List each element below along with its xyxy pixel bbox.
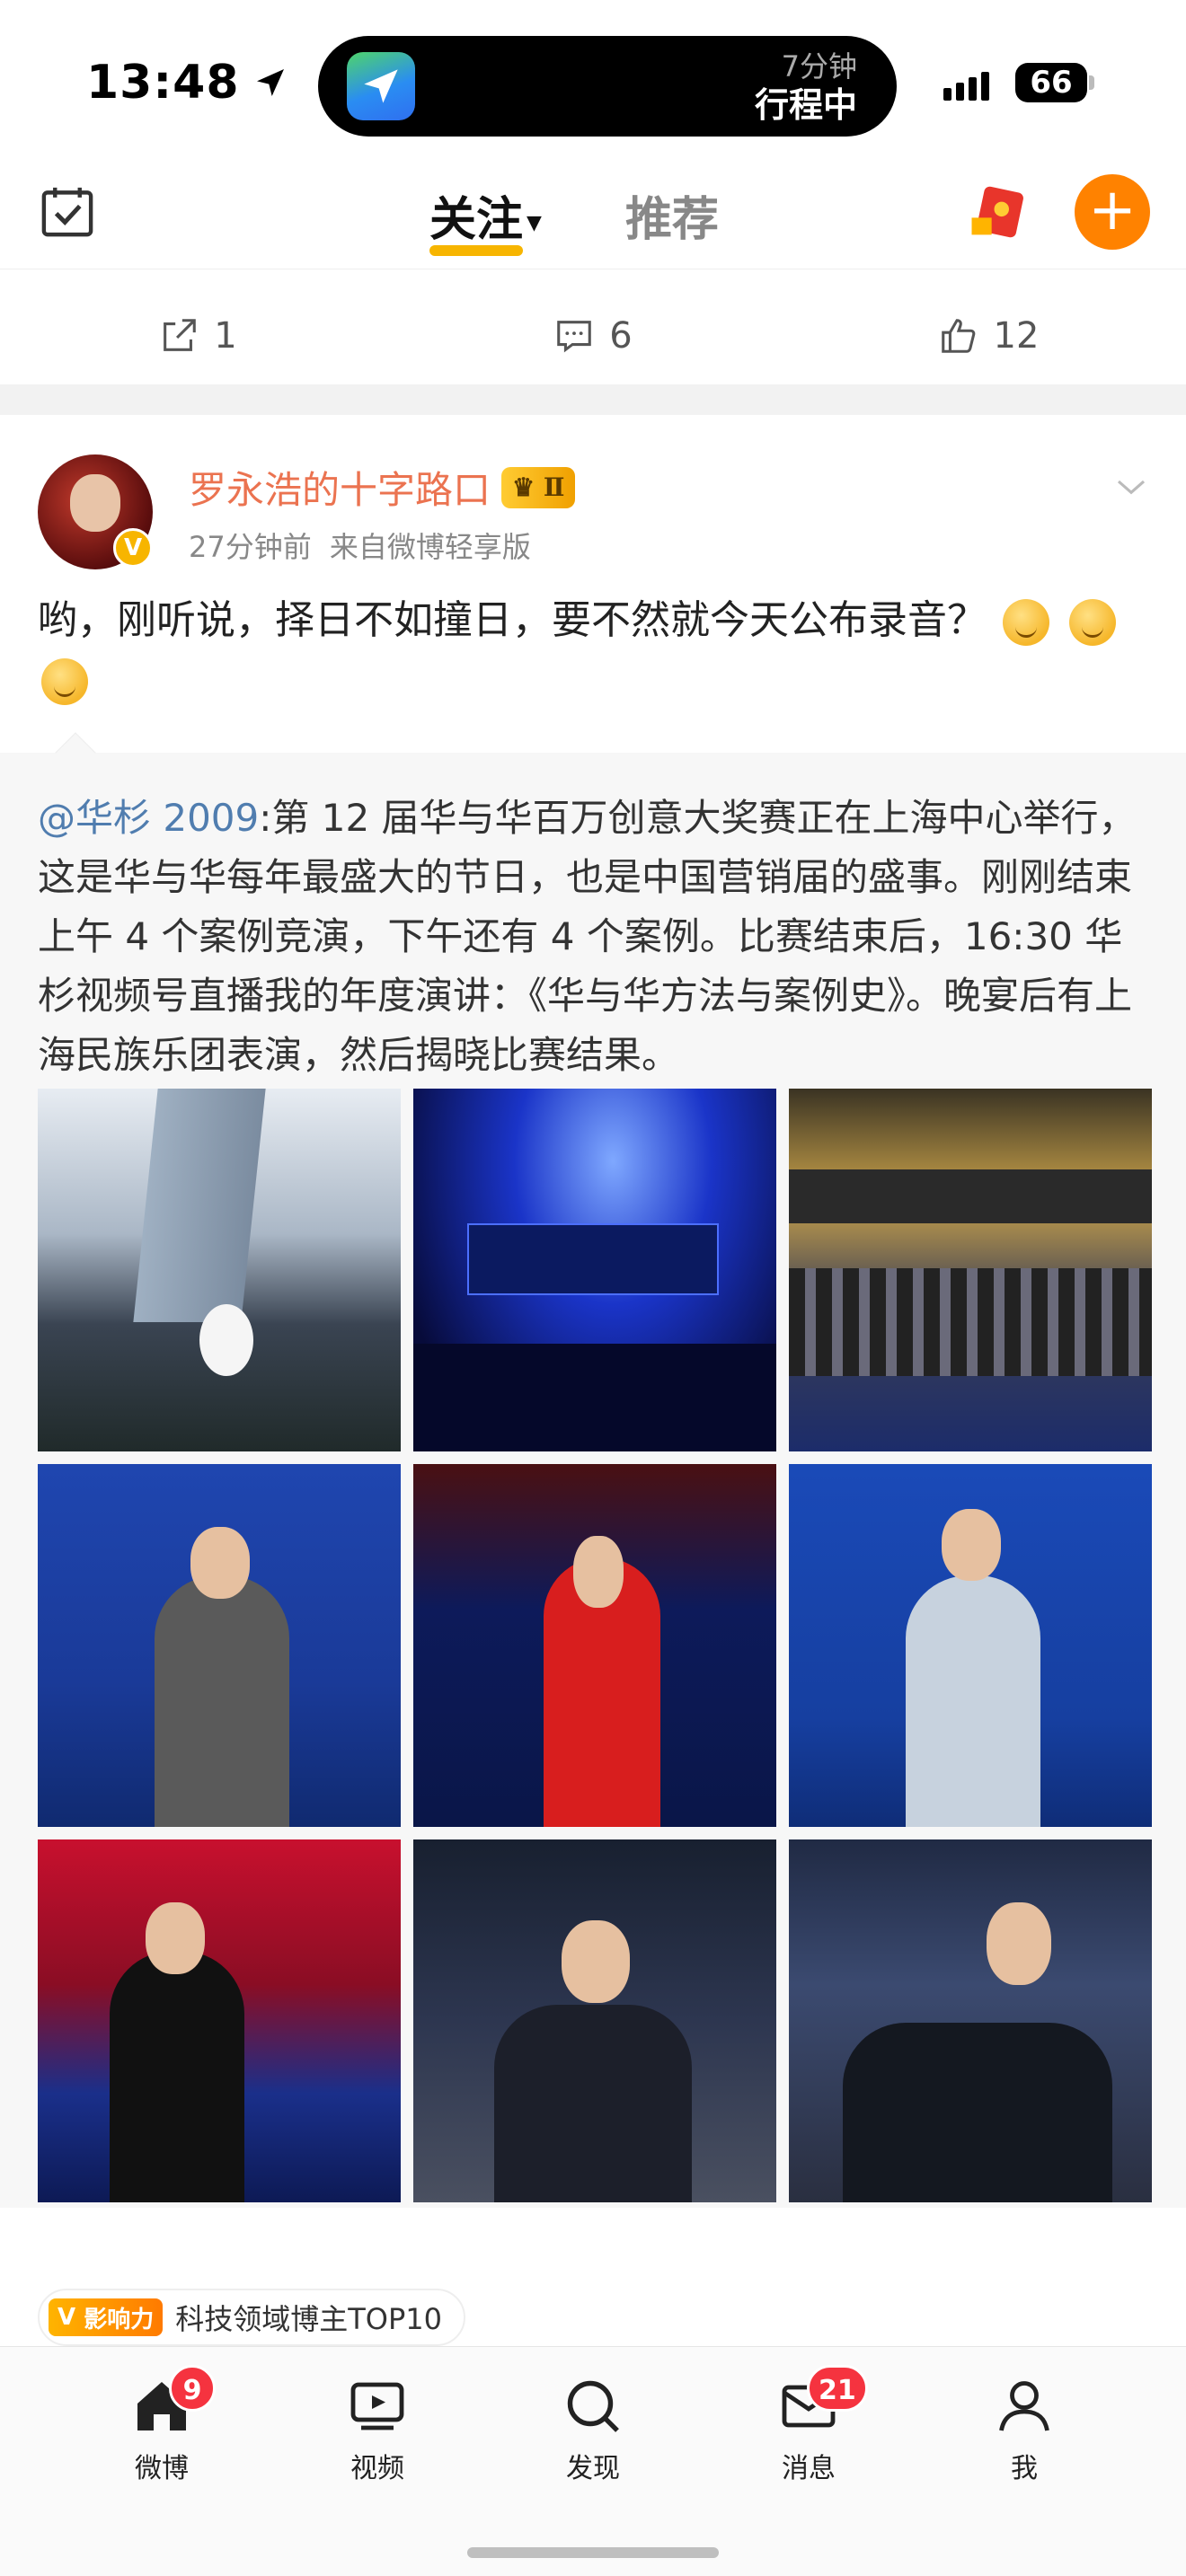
post-time: 27分钟前 <box>189 530 312 564</box>
comment-icon <box>557 321 592 353</box>
influence-badge-text: 影响力 <box>84 2306 155 2333</box>
dynamic-island[interactable]: 7分钟 行程中 <box>318 36 897 137</box>
tab-recommend-label: 推荐 <box>625 193 720 247</box>
photo-speaker-woman-black[interactable] <box>38 1839 401 2202</box>
bottom-tab-bar: 微博 9 视频 发现 消息 21 我 <box>0 2346 1186 2576</box>
top-nav: 关注 ▼ 推荐 + <box>0 162 1186 269</box>
status-bar: 13:48 7分钟 行程中 66 <box>0 0 1186 162</box>
photo-grid <box>38 1089 1152 2202</box>
tab-discover[interactable]: 发现 <box>521 2374 665 2485</box>
vip-level: Ⅱ <box>543 472 565 502</box>
like-count: 12 <box>993 315 1040 357</box>
tab-follow-label: 关注 <box>429 193 524 247</box>
photo-audience[interactable] <box>789 1089 1152 1451</box>
post-body: 哟，刚听说，择日不如撞日，要不然就今天公布录音？ <box>38 597 987 643</box>
red-packet-icon[interactable] <box>963 178 1031 246</box>
notification-badge: 9 <box>169 2365 216 2412</box>
mention-link[interactable]: @华杉 2009 <box>38 796 259 840</box>
verified-badge-icon: V <box>113 528 153 568</box>
photo-speaker-man-red[interactable] <box>413 1464 776 1827</box>
notification-badge: 21 <box>807 2365 868 2412</box>
tab-profile-label: 我 <box>1011 2453 1038 2484</box>
comment-button[interactable]: 6 <box>395 315 791 357</box>
post-meta: 27分钟前 来自微博轻享版 <box>189 525 531 566</box>
add-post-button[interactable]: + <box>1075 174 1150 250</box>
battery-level: 66 <box>1030 65 1073 101</box>
video-icon <box>350 2382 404 2430</box>
tab-follow[interactable]: 关注 ▼ <box>429 181 542 256</box>
status-time-text: 13:48 <box>86 56 240 110</box>
battery-icon: 66 <box>1015 63 1087 102</box>
repost-count: 1 <box>214 315 237 357</box>
thumbs-up-icon <box>941 319 975 353</box>
tab-home-label: 微博 <box>135 2453 189 2484</box>
shush-emoji-icon <box>1069 599 1116 646</box>
photo-speaker-woman-grey[interactable] <box>38 1464 401 1827</box>
caret-down-icon: ▼ <box>527 211 542 234</box>
cellular-signal-icon <box>943 72 989 101</box>
post-source: 来自微博轻享版 <box>329 530 531 564</box>
influence-badge[interactable]: V 影响力 科技领域博主TOP10 <box>38 2289 465 2346</box>
influence-v-badge-icon: V 影响力 <box>49 2298 164 2336</box>
repost-pointer <box>55 732 96 773</box>
eta-minutes: 7分钟 <box>781 49 857 84</box>
influence-label: 科技领域博主TOP10 <box>175 2302 442 2336</box>
shush-emoji-icon <box>41 658 88 705</box>
photo-speaker-woman-white[interactable] <box>789 1464 1152 1827</box>
tab-video[interactable]: 视频 <box>305 2374 449 2485</box>
vip-crown-badge-icon[interactable]: ♛ Ⅱ <box>501 466 576 508</box>
tab-profile[interactable]: 我 <box>952 2374 1096 2485</box>
tab-home[interactable]: 微博 9 <box>90 2365 234 2485</box>
photo-stage-blue[interactable] <box>413 1089 776 1451</box>
checkin-calendar-icon[interactable] <box>38 181 97 241</box>
repost-button[interactable]: 1 <box>0 315 395 357</box>
feed-separator <box>0 384 1186 415</box>
location-arrow-icon <box>256 69 284 96</box>
eta-status: 行程中 <box>754 85 857 125</box>
avatar-face <box>70 474 120 532</box>
island-eta: 7分钟 行程中 <box>755 49 857 126</box>
navigation-app-icon <box>347 52 415 120</box>
tab-video-label: 视频 <box>350 2453 404 2484</box>
active-tab-indicator <box>429 245 523 256</box>
previous-post-action-bar: 1 6 12 <box>0 287 1186 384</box>
reposted-content[interactable]: @华杉 2009:第 12 届华与华百万创意大奖赛正在上海中心举行，这是华与华每… <box>0 732 1186 2208</box>
search-icon <box>567 2380 619 2432</box>
person-icon <box>999 2381 1049 2431</box>
tab-recommend[interactable]: 推荐 <box>625 181 719 249</box>
post-author-name: 罗永浩的十字路口 <box>189 468 491 512</box>
comment-count: 6 <box>609 315 633 357</box>
home-indicator[interactable] <box>467 2547 719 2558</box>
post-text: 哟，刚听说，择日不如撞日，要不然就今天公布录音？ <box>38 591 1152 710</box>
chevron-down-icon[interactable] <box>1112 469 1150 507</box>
photo-building[interactable] <box>38 1089 401 1451</box>
repost-icon <box>164 319 197 351</box>
photo-guest-man-blue-tie[interactable] <box>413 1839 776 2202</box>
tab-messages-label: 消息 <box>782 2453 836 2484</box>
like-button[interactable]: 12 <box>791 315 1186 357</box>
tab-discover-label: 发现 <box>566 2453 620 2484</box>
status-time: 13:48 <box>86 56 288 110</box>
post-author[interactable]: 罗永浩的十字路口 ♛ Ⅱ <box>189 460 576 515</box>
tab-messages[interactable]: 消息 21 <box>737 2365 881 2485</box>
shush-emoji-icon <box>1003 599 1049 646</box>
photo-guests-seated[interactable] <box>789 1839 1152 2202</box>
battery-cap <box>1089 75 1094 90</box>
repost-text: @华杉 2009:第 12 届华与华百万创意大奖赛正在上海中心举行，这是华与华每… <box>38 789 1152 1085</box>
